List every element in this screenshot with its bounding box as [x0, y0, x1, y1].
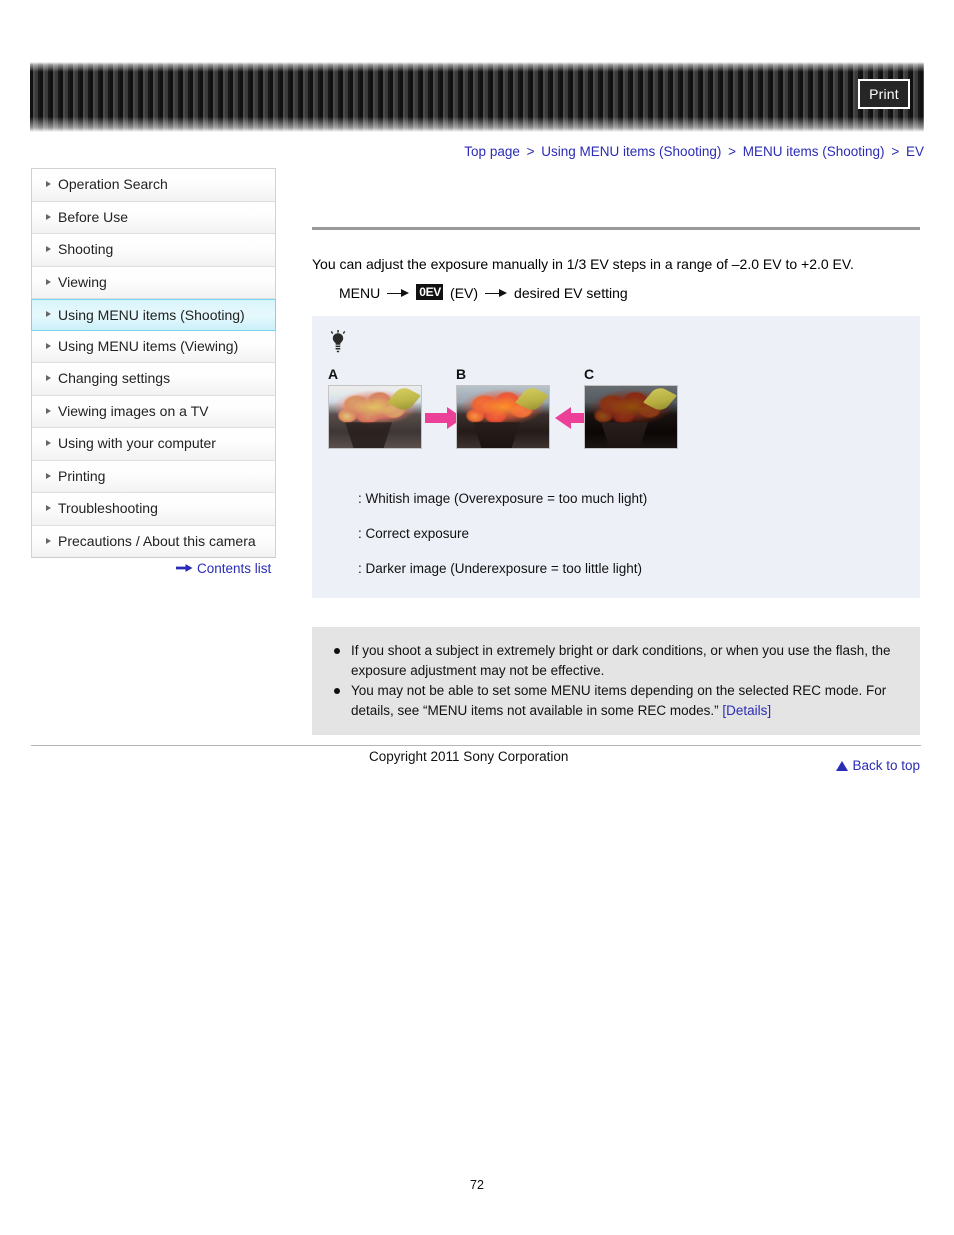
chevron-right-icon — [46, 375, 51, 382]
photo-underexposed — [584, 385, 678, 450]
sidebar-item-precautions-about-this-camera[interactable]: Precautions / About this camera — [32, 525, 275, 557]
sidebar-item-before-use[interactable]: Before Use — [32, 201, 275, 234]
ev-icon-caption: (EV) — [450, 285, 479, 302]
sidebar-item-viewing-images-on-a-tv[interactable]: Viewing images on a TV — [32, 395, 275, 428]
sidebar-item-label: Viewing images on a TV — [58, 402, 209, 419]
sidebar-item-troubleshooting[interactable]: Troubleshooting — [32, 493, 275, 526]
sidebar-item-changing-settings[interactable]: Changing settings — [32, 363, 275, 396]
note-item: You may not be able to set some MENU ite… — [330, 681, 902, 720]
photo-block-c: C — [584, 366, 678, 450]
caption-b: : Correct exposure — [358, 526, 470, 542]
photo-correct-exposure — [456, 385, 550, 450]
lightbulb-icon — [328, 330, 920, 359]
caption-c: : Darker image (Underexposure = too litt… — [358, 561, 643, 577]
photo-label-a: A — [328, 366, 339, 383]
photo-overexposed — [328, 385, 422, 450]
contents-list-label: Contents list — [197, 561, 272, 576]
lead-paragraph: You can adjust the exposure manually in … — [312, 256, 854, 272]
caption-a: : Whitish image (Overexposure = too much… — [358, 491, 648, 507]
copyright-text: Copyright 2011 Sony Corporation — [369, 749, 569, 764]
tip-panel: A B C: Whitish image (Overexposure = to… — [312, 316, 920, 599]
arrow-right-icon — [176, 561, 193, 576]
sidebar-item-label: Using MENU items (Shooting) — [58, 307, 245, 323]
chevron-right-icon — [46, 440, 51, 447]
chevron-right-icon — [46, 505, 51, 512]
sidebar-item-label: Troubleshooting — [58, 500, 158, 516]
breadcrumb-item-menu-items-shooting[interactable]: MENU items (Shooting) — [743, 144, 885, 159]
sidebar-item-label: Printing — [58, 467, 106, 484]
footer-divider — [31, 745, 921, 746]
sidebar-item-using-menu-items-shooting[interactable]: Using MENU items (Shooting) — [31, 299, 276, 331]
sidebar-item-using-with-your-computer[interactable]: Using with your computer — [32, 428, 275, 461]
chevron-right-icon — [46, 181, 51, 188]
details-link[interactable]: [Details] — [722, 703, 771, 718]
header-banner: Print — [30, 62, 924, 132]
sidebar-item-printing[interactable]: Printing — [32, 460, 275, 493]
note-text: If you shoot a subject in extremely brig… — [351, 643, 891, 678]
print-button[interactable]: Print — [858, 79, 910, 109]
note-text: You may not be able to set some MENU ite… — [351, 683, 887, 718]
sidebar-item-shooting[interactable]: Shooting — [32, 234, 275, 267]
breadcrumb-separator: > — [891, 144, 900, 159]
chevron-right-icon — [46, 342, 51, 349]
note-item: If you shoot a subject in extremely brig… — [330, 641, 902, 680]
breadcrumb-item-top-page[interactable]: Top page — [464, 144, 520, 159]
exposure-illustration: A B C — [312, 367, 920, 471]
sidebar-item-label: Viewing — [58, 273, 107, 290]
menu-path-start: MENU — [339, 285, 381, 302]
chevron-right-icon — [46, 213, 51, 220]
breadcrumb-separator: > — [728, 144, 736, 159]
sidebar-item-label: Shooting — [58, 241, 114, 257]
chevron-right-icon — [46, 246, 51, 253]
sidebar-item-using-menu-items-viewing[interactable]: Using MENU items (Viewing) — [32, 330, 275, 363]
bullet-icon — [334, 648, 340, 655]
arrow-head — [555, 407, 571, 430]
main-content: You can adjust the exposure manually in … — [312, 168, 920, 773]
photo-label-c: C — [584, 366, 595, 383]
back-to-top-label: Back to top — [852, 758, 920, 774]
sidebar-item-label: Using with your computer — [58, 435, 216, 451]
sidebar-item-label: Operation Search — [58, 176, 168, 192]
sidebar-item-operation-search[interactable]: Operation Search — [32, 169, 275, 202]
breadcrumb: Top page > Using MENU items (Shooting) >… — [464, 144, 924, 159]
sidebar-nav: Operation Search Before Use Shooting Vie… — [31, 168, 276, 558]
title-divider — [312, 227, 920, 230]
sidebar-item-viewing[interactable]: Viewing — [32, 266, 275, 299]
bullet-icon — [334, 688, 340, 695]
menu-path-end: desired EV setting — [514, 285, 628, 302]
chevron-right-icon — [46, 311, 51, 318]
photo-label-b: B — [456, 366, 467, 383]
photo-block-a: A — [328, 366, 422, 450]
arrow-right-icon — [387, 289, 410, 298]
notes-panel: If you shoot a subject in extremely brig… — [312, 627, 920, 736]
photo-block-b: B — [456, 366, 550, 450]
breadcrumb-item-using-menu-items-shooting[interactable]: Using MENU items (Shooting) — [541, 144, 721, 159]
contents-list-link[interactable]: Contents list — [176, 561, 271, 577]
chevron-right-icon — [46, 472, 51, 479]
page-number: 72 — [470, 1178, 484, 1192]
breadcrumb-item-ev: EV — [905, 144, 924, 159]
arrow-shaft — [425, 413, 449, 424]
breadcrumb-separator: > — [526, 144, 535, 159]
sidebar-item-label: Precautions / About this camera — [58, 532, 256, 549]
chevron-right-icon — [46, 278, 51, 285]
ev-icon: 0EV — [416, 284, 444, 301]
chevron-right-icon — [46, 537, 51, 544]
arrow-right-icon — [485, 289, 508, 298]
sidebar-item-label: Changing settings — [58, 370, 171, 386]
sidebar-item-label: Before Use — [58, 208, 129, 225]
sidebar-item-label: Using MENU items (Viewing) — [58, 337, 239, 354]
menu-path: MENU 0EV (EV) desired EV setting — [339, 284, 920, 302]
chevron-right-icon — [46, 407, 51, 414]
triangle-up-icon — [836, 761, 849, 772]
